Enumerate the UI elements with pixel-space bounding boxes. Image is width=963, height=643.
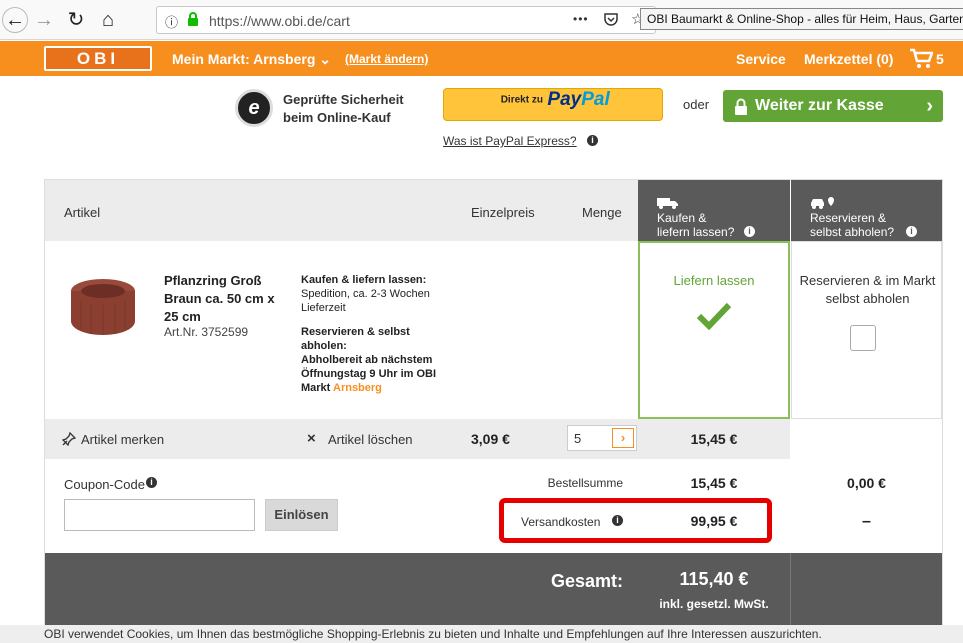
cart-page: e Geprüfte Sicherheit beim Online-Kauf D… [0, 76, 963, 643]
info-icon[interactable]: i [587, 135, 598, 146]
home-icon[interactable]: ⌂ [96, 8, 120, 32]
total-amount: 115,40 € [679, 569, 749, 589]
pocket-icon[interactable] [603, 11, 619, 27]
forward-icon[interactable]: → [32, 8, 56, 32]
car-pin-icon [810, 197, 836, 210]
info-icon[interactable]: i [146, 477, 157, 488]
pin-icon [61, 431, 77, 447]
page-actions-menu-icon[interactable]: ••• [573, 12, 589, 26]
article-number: Art.Nr. 3752599 [164, 325, 249, 339]
my-market-label[interactable]: Mein Markt: Arnsberg ⌄ [172, 51, 331, 68]
chevron-right-icon: › [926, 95, 933, 117]
tab-tooltip: OBI Baumarkt & Online-Shop - alles für H… [640, 8, 963, 30]
close-icon[interactable]: × [307, 430, 316, 447]
chevron-down-icon: ⌄ [319, 51, 332, 67]
url-text: https://www.obi.de/cart [209, 13, 350, 29]
proceed-to-checkout-button[interactable]: Weiter zur Kasse › [723, 90, 943, 122]
service-link[interactable]: Service [736, 51, 786, 67]
order-sum: 15,45 € [690, 475, 738, 491]
column-header-pickup: Reservieren & selbst abholen? i [791, 180, 942, 241]
lock-icon [734, 96, 748, 115]
column-header-delivery: Kaufen & liefern lassen? i [638, 180, 790, 241]
paypal-express-button[interactable]: Direkt zu PayPal [443, 88, 663, 121]
product-image[interactable] [63, 271, 138, 341]
column-header-unit-price: Einzelpreis [471, 205, 535, 220]
delivery-option[interactable]: Liefern lassen [638, 241, 790, 419]
cart-table: Artikel Einzelpreis Menge Kaufen & liefe… [44, 179, 943, 639]
shipping-highlight-box [499, 498, 772, 543]
pickup-shipping-cost: – [862, 513, 871, 530]
coupon-code-input[interactable] [64, 499, 255, 531]
item-actions-row: Artikel merken × Artikel löschen 3,09 € … [45, 419, 790, 459]
secure-purchase-text: Geprüfte Sicherheit beim Online-Kauf [283, 92, 404, 125]
total-label: Gesamt: [550, 571, 623, 591]
trusted-shops-badge: e [235, 89, 273, 127]
line-total: 15,45 € [690, 431, 738, 447]
back-icon[interactable]: ← [2, 7, 28, 33]
pickup-order-sum: 0,00 € [847, 475, 886, 491]
browser-toolbar: ← → ↻ ⌂ ⓘ https://www.obi.de/cart ••• ☆ … [0, 0, 963, 40]
pickup-checkbox[interactable] [850, 325, 876, 351]
product-name[interactable]: Pflanzring Groß Braun ca. 50 cm x 25 cm [164, 272, 289, 326]
reload-icon[interactable]: ↻ [64, 8, 88, 32]
column-header-quantity: Menge [582, 205, 622, 220]
cookie-banner: OBI verwendet Cookies, um Ihnen das best… [0, 625, 963, 643]
info-icon[interactable]: i [906, 226, 917, 237]
chevron-right-icon[interactable]: › [612, 428, 634, 448]
address-bar[interactable]: ⓘ https://www.obi.de/cart ••• ☆ [156, 6, 656, 34]
order-sum-label: Bestellsumme [547, 476, 623, 490]
pickup-option[interactable]: Reservieren & im Markt selbst abholen [791, 241, 942, 419]
obi-logo[interactable]: OBI [44, 46, 152, 71]
vat-note: inkl. gesetzl. MwSt. [659, 597, 769, 611]
truck-icon [657, 197, 679, 209]
wishlist-link[interactable]: Merkzettel (0) [804, 51, 893, 67]
quantity-input[interactable]: 5 › [567, 425, 637, 451]
delete-item-link[interactable]: Artikel löschen [328, 432, 413, 447]
change-market-link[interactable]: (Markt ändern) [345, 52, 428, 66]
what-is-paypal-link[interactable]: Was ist PayPal Express? [443, 134, 577, 148]
remember-item-link[interactable]: Artikel merken [81, 432, 164, 447]
unit-price: 3,09 € [471, 431, 510, 447]
cart-count: 5 [936, 51, 944, 67]
redeem-button[interactable]: Einlösen [265, 499, 338, 531]
delivery-info: Kaufen & liefern lassen: Spedition, ca. … [301, 274, 437, 394]
info-icon[interactable]: i [744, 226, 755, 237]
column-header-article: Artikel [64, 205, 101, 220]
or-text: oder [683, 97, 710, 112]
cart-icon[interactable] [909, 48, 934, 70]
info-circle-icon[interactable]: ⓘ [165, 12, 178, 31]
coupon-label: Coupon-Code [64, 477, 145, 492]
lock-icon [187, 11, 199, 26]
table-header: Artikel Einzelpreis Menge [45, 180, 638, 241]
site-header: OBI Mein Markt: Arnsberg ⌄ (Markt ändern… [0, 41, 963, 76]
table-row: Pflanzring Groß Braun ca. 50 cm x 25 cm … [45, 241, 638, 419]
checkmark-icon [696, 301, 732, 331]
